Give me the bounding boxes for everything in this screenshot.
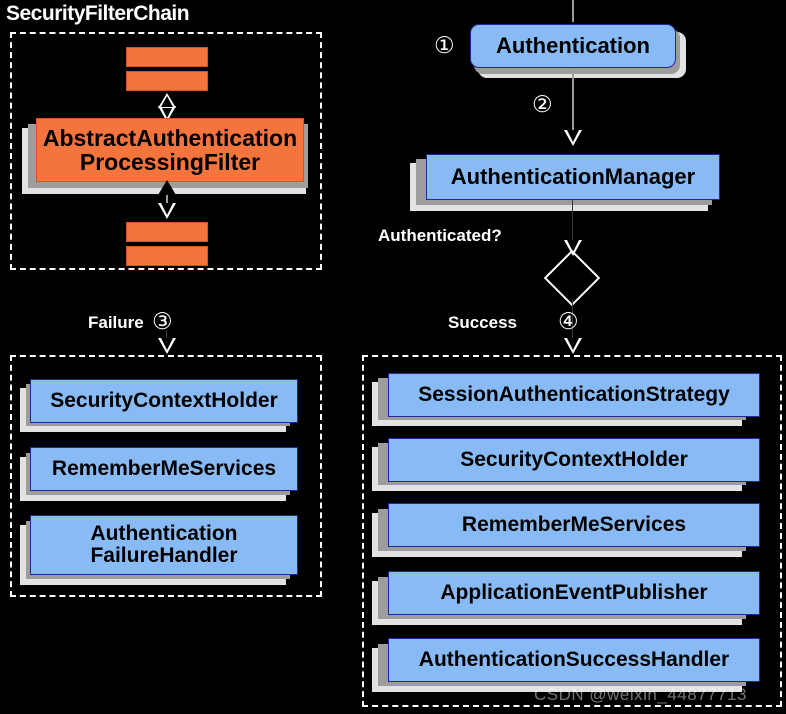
arrow-down-filter-bottom bbox=[158, 203, 176, 219]
authenticated-label: Authenticated? bbox=[378, 226, 502, 245]
connector-auth-to-manager bbox=[572, 68, 574, 134]
failure-item-1-label: RememberMeServices bbox=[51, 456, 277, 480]
filter-bar-3 bbox=[126, 222, 208, 242]
decision-diamond-authenticated bbox=[543, 249, 601, 307]
success-item-4[interactable]: AuthenticationSuccessHandler bbox=[388, 638, 760, 682]
arrow-down-failure bbox=[158, 338, 176, 354]
success-label: Success bbox=[448, 313, 517, 332]
failure-item-2-label-line2: FailureHandler bbox=[90, 544, 238, 567]
failure-item-1[interactable]: RememberMeServices bbox=[30, 447, 298, 491]
auth-manager-label: AuthenticationManager bbox=[450, 164, 696, 190]
diagram-canvas: SecurityFilterChain AbstractAuthenticati… bbox=[0, 0, 786, 714]
arrow-down-success bbox=[564, 338, 582, 354]
step-2-badge: ② bbox=[532, 91, 553, 117]
node-authentication[interactable]: Authentication bbox=[470, 24, 676, 68]
success-item-2[interactable]: RememberMeServices bbox=[388, 503, 760, 547]
success-item-3[interactable]: ApplicationEventPublisher bbox=[388, 571, 760, 615]
step-1-badge: ① bbox=[434, 32, 455, 58]
failure-item-0[interactable]: SecurityContextHolder bbox=[30, 379, 298, 423]
filter-bar-4 bbox=[126, 246, 208, 266]
arrow-up-filter-top bbox=[158, 93, 176, 108]
connector-entry bbox=[572, 0, 574, 22]
watermark: CSDN @weixin_44877713 bbox=[534, 685, 747, 704]
filter-bar-1 bbox=[126, 47, 208, 67]
abstract-filter-label-line1: AbstractAuthentication bbox=[42, 124, 298, 151]
node-authentication-manager[interactable]: AuthenticationManager bbox=[426, 154, 720, 200]
arrow-up-filter-bottom bbox=[158, 180, 176, 195]
success-item-1-label: SecurityContextHolder bbox=[460, 447, 688, 471]
success-item-3-label: ApplicationEventPublisher bbox=[440, 580, 708, 604]
success-item-1[interactable]: SecurityContextHolder bbox=[388, 438, 760, 482]
failure-label: Failure bbox=[88, 313, 144, 332]
security-filter-chain-title: SecurityFilterChain bbox=[6, 2, 190, 25]
failure-item-2-label-line1: Authentication bbox=[90, 521, 238, 545]
failure-item-2[interactable]: Authentication FailureHandler bbox=[30, 515, 298, 575]
filter-bar-2 bbox=[126, 71, 208, 91]
step-3-badge: ③ bbox=[152, 308, 173, 334]
success-item-0[interactable]: SessionAuthenticationStrategy bbox=[388, 373, 760, 417]
abstract-filter-label-line2: ProcessingFilter bbox=[79, 149, 261, 175]
connector-manager-to-decision bbox=[572, 200, 573, 245]
success-item-4-label: AuthenticationSuccessHandler bbox=[418, 647, 730, 671]
authentication-label: Authentication bbox=[496, 33, 650, 59]
arrow-down-auth-to-manager bbox=[564, 130, 582, 146]
node-abstract-authentication-processing-filter[interactable]: AbstractAuthentication ProcessingFilter bbox=[36, 118, 304, 182]
failure-item-0-label: SecurityContextHolder bbox=[50, 388, 278, 412]
success-item-2-label: RememberMeServices bbox=[461, 512, 687, 536]
success-item-0-label: SessionAuthenticationStrategy bbox=[418, 382, 730, 406]
step-4-badge: ④ bbox=[558, 308, 579, 334]
